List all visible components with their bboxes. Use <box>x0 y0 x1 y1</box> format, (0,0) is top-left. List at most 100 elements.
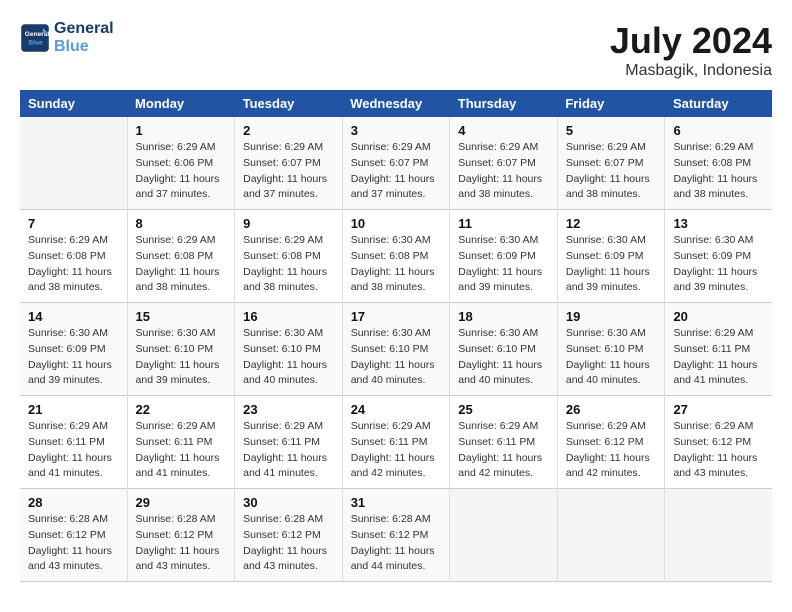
calendar-cell <box>665 489 772 582</box>
calendar-cell: 4 Sunrise: 6:29 AMSunset: 6:07 PMDaylight… <box>450 117 558 210</box>
calendar-cell <box>557 489 665 582</box>
day-info: Sunrise: 6:30 AMSunset: 6:10 PMDaylight:… <box>351 326 442 389</box>
svg-text:Blue: Blue <box>28 40 43 47</box>
day-number: 5 <box>566 123 657 138</box>
day-number: 29 <box>136 495 227 510</box>
calendar-week-row: 28 Sunrise: 6:28 AMSunset: 6:12 PMDayligh… <box>20 489 772 582</box>
calendar-cell: 6 Sunrise: 6:29 AMSunset: 6:08 PMDaylight… <box>665 117 772 210</box>
day-info: Sunrise: 6:29 AMSunset: 6:07 PMDaylight:… <box>243 140 334 203</box>
day-number: 16 <box>243 309 334 324</box>
day-info: Sunrise: 6:29 AMSunset: 6:12 PMDaylight:… <box>673 419 764 482</box>
day-info: Sunrise: 6:28 AMSunset: 6:12 PMDaylight:… <box>28 512 119 575</box>
page-header: General Blue General Blue July 2024 Masb… <box>20 20 772 80</box>
month-year-title: July 2024 <box>610 20 772 62</box>
day-number: 8 <box>136 216 227 231</box>
day-info: Sunrise: 6:29 AMSunset: 6:08 PMDaylight:… <box>136 233 227 296</box>
day-info: Sunrise: 6:29 AMSunset: 6:08 PMDaylight:… <box>673 140 764 203</box>
day-number: 1 <box>136 123 227 138</box>
day-number: 15 <box>136 309 227 324</box>
day-info: Sunrise: 6:29 AMSunset: 6:11 PMDaylight:… <box>351 419 442 482</box>
day-number: 4 <box>458 123 549 138</box>
day-number: 26 <box>566 402 657 417</box>
calendar-cell: 26 Sunrise: 6:29 AMSunset: 6:12 PMDayligh… <box>557 396 665 489</box>
day-number: 18 <box>458 309 549 324</box>
calendar-cell: 29 Sunrise: 6:28 AMSunset: 6:12 PMDayligh… <box>127 489 235 582</box>
day-info: Sunrise: 6:29 AMSunset: 6:08 PMDaylight:… <box>28 233 119 296</box>
calendar-header-row: SundayMondayTuesdayWednesdayThursdayFrid… <box>20 90 772 117</box>
calendar-cell: 8 Sunrise: 6:29 AMSunset: 6:08 PMDaylight… <box>127 210 235 303</box>
day-number: 6 <box>673 123 764 138</box>
calendar-cell: 2 Sunrise: 6:29 AMSunset: 6:07 PMDaylight… <box>235 117 343 210</box>
day-number: 11 <box>458 216 549 231</box>
day-info: Sunrise: 6:28 AMSunset: 6:12 PMDaylight:… <box>243 512 334 575</box>
calendar-cell: 23 Sunrise: 6:29 AMSunset: 6:11 PMDayligh… <box>235 396 343 489</box>
day-number: 3 <box>351 123 442 138</box>
day-info: Sunrise: 6:28 AMSunset: 6:12 PMDaylight:… <box>136 512 227 575</box>
calendar-cell: 11 Sunrise: 6:30 AMSunset: 6:09 PMDayligh… <box>450 210 558 303</box>
calendar-cell: 27 Sunrise: 6:29 AMSunset: 6:12 PMDayligh… <box>665 396 772 489</box>
day-info: Sunrise: 6:30 AMSunset: 6:10 PMDaylight:… <box>136 326 227 389</box>
day-number: 28 <box>28 495 119 510</box>
calendar-cell: 15 Sunrise: 6:30 AMSunset: 6:10 PMDayligh… <box>127 303 235 396</box>
day-number: 19 <box>566 309 657 324</box>
day-info: Sunrise: 6:30 AMSunset: 6:09 PMDaylight:… <box>458 233 549 296</box>
calendar-cell: 10 Sunrise: 6:30 AMSunset: 6:08 PMDayligh… <box>342 210 450 303</box>
header-saturday: Saturday <box>665 90 772 117</box>
header-sunday: Sunday <box>20 90 127 117</box>
calendar-cell: 12 Sunrise: 6:30 AMSunset: 6:09 PMDayligh… <box>557 210 665 303</box>
header-tuesday: Tuesday <box>235 90 343 117</box>
calendar-cell: 9 Sunrise: 6:29 AMSunset: 6:08 PMDaylight… <box>235 210 343 303</box>
calendar-cell: 5Sunrise: 6:29 AMSunset: 6:07 PMDaylight… <box>557 117 665 210</box>
calendar-cell: 31 Sunrise: 6:28 AMSunset: 6:12 PMDayligh… <box>342 489 450 582</box>
logo-text: General Blue <box>54 20 114 56</box>
day-info: Sunrise: 6:30 AMSunset: 6:09 PMDaylight:… <box>673 233 764 296</box>
calendar-cell: 13 Sunrise: 6:30 AMSunset: 6:09 PMDayligh… <box>665 210 772 303</box>
day-number: 13 <box>673 216 764 231</box>
calendar-cell: 7 Sunrise: 6:29 AMSunset: 6:08 PMDaylight… <box>20 210 127 303</box>
day-info: Sunrise: 6:29 AMSunset: 6:12 PMDaylight:… <box>566 419 657 482</box>
day-number: 20 <box>673 309 764 324</box>
calendar-cell: 28 Sunrise: 6:28 AMSunset: 6:12 PMDayligh… <box>20 489 127 582</box>
day-number: 23 <box>243 402 334 417</box>
day-info: Sunrise: 6:30 AMSunset: 6:10 PMDaylight:… <box>243 326 334 389</box>
day-number: 9 <box>243 216 334 231</box>
day-info: Sunrise: 6:29 AMSunset: 6:11 PMDaylight:… <box>673 326 764 389</box>
day-number: 12 <box>566 216 657 231</box>
day-number: 7 <box>28 216 119 231</box>
calendar-cell: 14 Sunrise: 6:30 AMSunset: 6:09 PMDayligh… <box>20 303 127 396</box>
day-number: 31 <box>351 495 442 510</box>
calendar-cell: 18Sunrise: 6:30 AMSunset: 6:10 PMDayligh… <box>450 303 558 396</box>
day-info: Sunrise: 6:30 AMSunset: 6:08 PMDaylight:… <box>351 233 442 296</box>
day-number: 24 <box>351 402 442 417</box>
day-number: 2 <box>243 123 334 138</box>
day-number: 17 <box>351 309 442 324</box>
header-monday: Monday <box>127 90 235 117</box>
header-wednesday: Wednesday <box>342 90 450 117</box>
day-info: Sunrise: 6:29 AMSunset: 6:11 PMDaylight:… <box>243 419 334 482</box>
day-info: Sunrise: 6:30 AMSunset: 6:09 PMDaylight:… <box>566 233 657 296</box>
calendar-cell: 1Sunrise: 6:29 AMSunset: 6:06 PMDaylight… <box>127 117 235 210</box>
calendar-cell: 24 Sunrise: 6:29 AMSunset: 6:11 PMDayligh… <box>342 396 450 489</box>
calendar-cell <box>450 489 558 582</box>
calendar-cell: 19 Sunrise: 6:30 AMSunset: 6:10 PMDayligh… <box>557 303 665 396</box>
day-number: 14 <box>28 309 119 324</box>
day-number: 10 <box>351 216 442 231</box>
calendar-cell: 25Sunrise: 6:29 AMSunset: 6:11 PMDayligh… <box>450 396 558 489</box>
day-info: Sunrise: 6:29 AMSunset: 6:07 PMDaylight:… <box>458 140 549 203</box>
day-info: Sunrise: 6:30 AMSunset: 6:10 PMDaylight:… <box>566 326 657 389</box>
day-info: Sunrise: 6:29 AMSunset: 6:11 PMDaylight:… <box>28 419 119 482</box>
calendar-cell <box>20 117 127 210</box>
header-thursday: Thursday <box>450 90 558 117</box>
day-info: Sunrise: 6:29 AMSunset: 6:08 PMDaylight:… <box>243 233 334 296</box>
calendar-cell: 20 Sunrise: 6:29 AMSunset: 6:11 PMDayligh… <box>665 303 772 396</box>
logo-icon: General Blue <box>20 23 50 53</box>
day-info: Sunrise: 6:30 AMSunset: 6:09 PMDaylight:… <box>28 326 119 389</box>
day-number: 30 <box>243 495 334 510</box>
day-info: Sunrise: 6:28 AMSunset: 6:12 PMDaylight:… <box>351 512 442 575</box>
day-info: Sunrise: 6:29 AMSunset: 6:11 PMDaylight:… <box>136 419 227 482</box>
header-friday: Friday <box>557 90 665 117</box>
calendar-cell: 22Sunrise: 6:29 AMSunset: 6:11 PMDayligh… <box>127 396 235 489</box>
calendar-week-row: 7 Sunrise: 6:29 AMSunset: 6:08 PMDaylight… <box>20 210 772 303</box>
day-number: 27 <box>673 402 764 417</box>
day-number: 21 <box>28 402 119 417</box>
